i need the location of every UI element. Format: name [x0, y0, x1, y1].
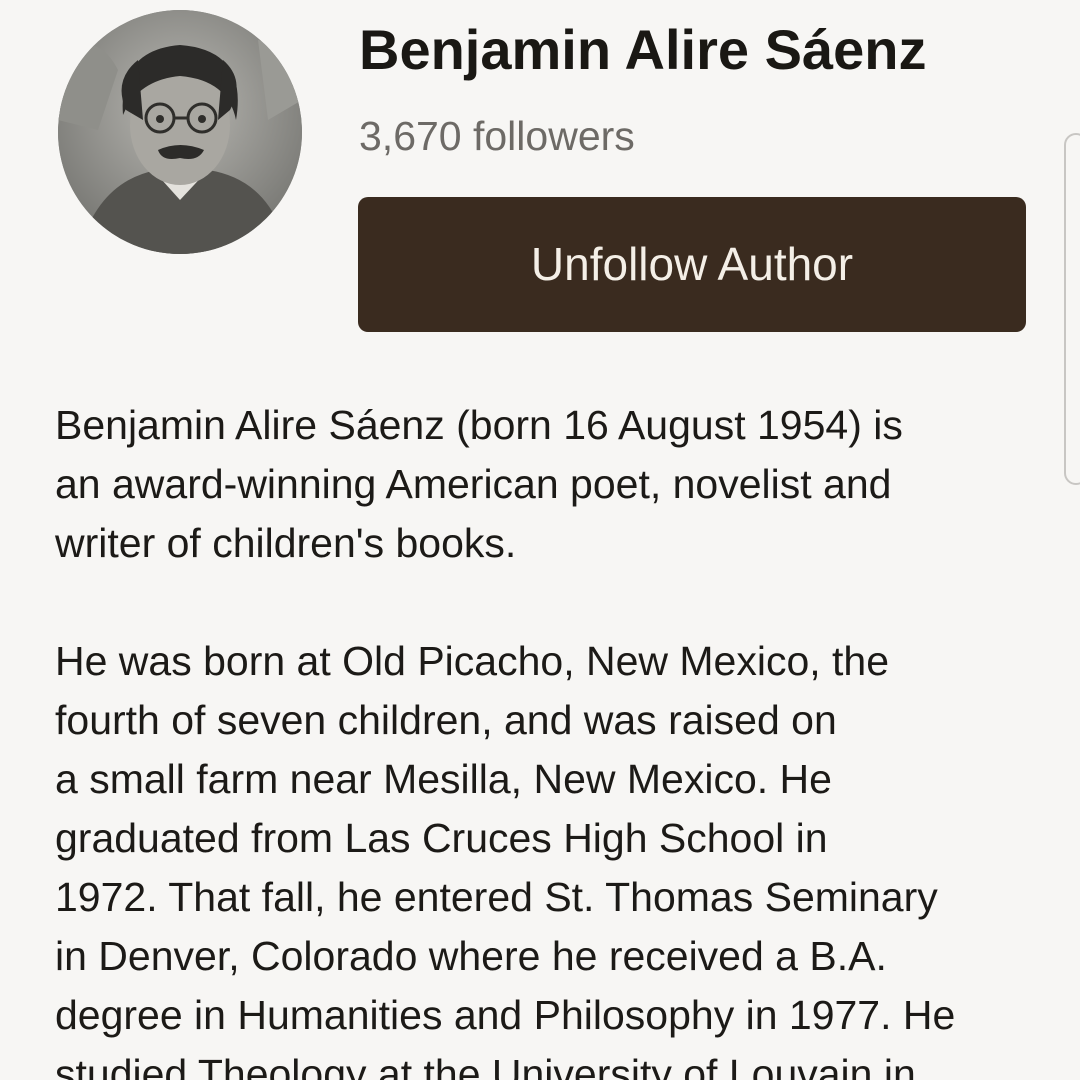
author-photo — [58, 10, 302, 254]
author-avatar[interactable] — [58, 10, 302, 254]
bio-line: 1972. That fall, he entered St. Thomas S… — [55, 874, 938, 920]
bio-line: writer of children's books. — [55, 520, 517, 566]
scroll-indicator[interactable] — [1064, 133, 1080, 485]
bio-line: graduated from Las Cruces High School in — [55, 815, 828, 861]
author-bio: Benjamin Alire Sáenz (born 16 August 195… — [55, 396, 1065, 1080]
bio-line: fourth of seven children, and was raised… — [55, 697, 837, 743]
follower-count: 3,670 followers — [359, 113, 635, 159]
bio-paragraph: He was born at Old Picacho, New Mexico, … — [55, 632, 1065, 1080]
bio-line: degree in Humanities and Philosophy in 1… — [55, 992, 956, 1038]
bio-line: a small farm near Mesilla, New Mexico. H… — [55, 756, 832, 802]
bio-line: in Denver, Colorado where he received a … — [55, 933, 887, 979]
bio-line: Benjamin Alire Sáenz (born 16 August 195… — [55, 402, 903, 448]
unfollow-author-button[interactable]: Unfollow Author — [358, 197, 1026, 332]
bio-paragraph: Benjamin Alire Sáenz (born 16 August 195… — [55, 396, 1065, 573]
bio-line: studied Theology at the University of Lo… — [55, 1051, 916, 1080]
bio-line: an award-winning American poet, novelist… — [55, 461, 892, 507]
bio-line: He was born at Old Picacho, New Mexico, … — [55, 638, 890, 684]
author-name: Benjamin Alire Sáenz — [359, 18, 927, 81]
